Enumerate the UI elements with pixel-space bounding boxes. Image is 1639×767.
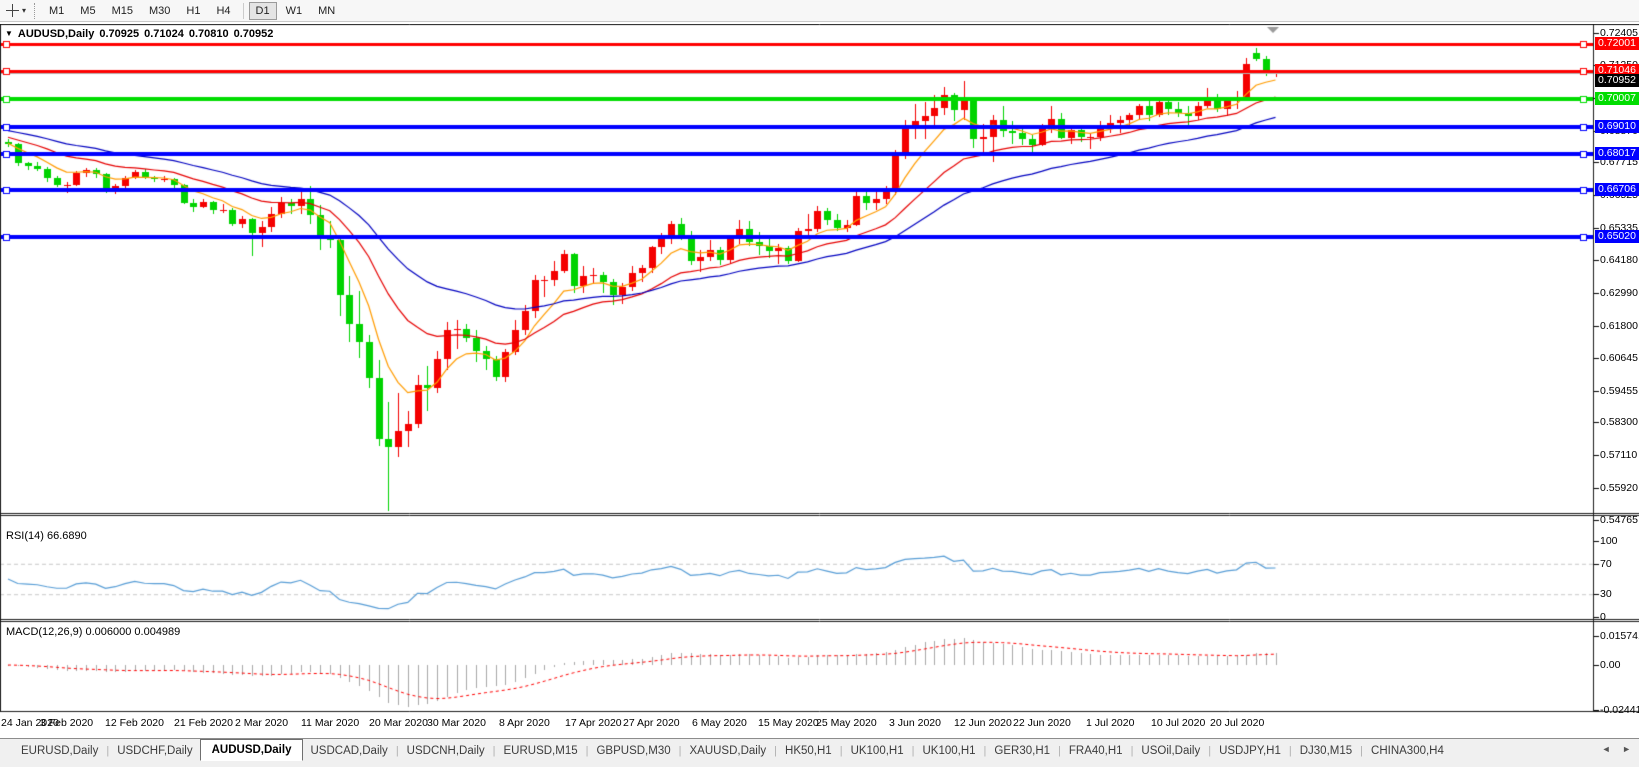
chart-tab-xauusd-daily[interactable]: XAUUSD,Daily <box>682 742 773 760</box>
chart-tab-uk100-h1[interactable]: UK100,H1 <box>844 742 911 760</box>
date-tick-label: 17 Apr 2020 <box>565 717 622 729</box>
date-tick-label: 20 Jul 2020 <box>1210 717 1264 729</box>
chart-tab-usdcnh-daily[interactable]: USDCNH,Daily <box>400 742 492 760</box>
date-tick-label: 30 Mar 2020 <box>427 717 486 729</box>
chart-tabs: EURUSD,Daily|USDCHF,DailyAUDUSD,DailyUSD… <box>14 739 1451 762</box>
toolbar-separator <box>243 3 244 19</box>
chart-tab-hk50-h1[interactable]: HK50,H1 <box>778 742 839 760</box>
date-tick-label: 20 Mar 2020 <box>369 717 428 729</box>
timeframe-button-d1[interactable]: D1 <box>249 2 277 20</box>
ohlc-high: 0.71024 <box>144 28 184 40</box>
macd-indicator-label: MACD(12,26,9) 0.006000 0.004989 <box>6 626 180 638</box>
dropdown-caret-icon[interactable]: ▾ <box>22 6 26 15</box>
chart-tab-dj30-m15[interactable]: DJ30,M15 <box>1293 742 1359 760</box>
time-scale[interactable]: 24 Jan 20203 Feb 202012 Feb 202021 Feb 2… <box>0 713 1639 738</box>
timeframe-button-h1[interactable]: H1 <box>179 2 207 20</box>
rsi-tick-label: 100 <box>1600 535 1618 547</box>
price-tick-label: 0.54765 <box>1600 514 1638 526</box>
chart-symbol-label: AUDUSD,Daily <box>18 28 94 40</box>
chart-tab-usoil-daily[interactable]: USOil,Daily <box>1134 742 1207 760</box>
chart-title: ▼ AUDUSD,Daily 0.70925 0.71024 0.70810 0.7095… <box>5 28 273 40</box>
chart-tab-ger30-h1[interactable]: GER30,H1 <box>987 742 1057 760</box>
chart-tab-usdcad-daily[interactable]: USDCAD,Daily <box>303 742 394 760</box>
date-tick-label: 11 Mar 2020 <box>301 717 359 729</box>
timeframe-button-w1[interactable]: W1 <box>279 2 310 20</box>
date-tick-label: 27 Apr 2020 <box>623 717 680 729</box>
date-tick-label: 6 May 2020 <box>692 717 747 729</box>
date-tick-label: 15 May 2020 <box>758 717 819 729</box>
line-price-label: 0.68017 <box>1595 147 1639 160</box>
current-price-label: 0.70952 <box>1595 74 1639 87</box>
line-price-label: 0.65020 <box>1595 230 1639 243</box>
chart-canvas[interactable] <box>0 24 1639 713</box>
price-tick-label: 0.55920 <box>1600 482 1638 494</box>
timeframe-button-mn[interactable]: MN <box>311 2 342 20</box>
date-tick-label: 25 May 2020 <box>816 717 877 729</box>
toolbar-grip[interactable] <box>34 3 35 19</box>
line-price-label: 0.69010 <box>1595 120 1639 133</box>
timeframe-button-m5[interactable]: M5 <box>73 2 102 20</box>
tab-scroll-arrows: ◄ ► <box>1593 744 1631 754</box>
chart-tab-china300-h4[interactable]: CHINA300,H4 <box>1364 742 1451 760</box>
cursor-tool-button[interactable]: ▾ <box>0 4 30 17</box>
price-tick-label: 0.61800 <box>1600 320 1638 332</box>
chart-tab-eurusd-daily[interactable]: EURUSD,Daily <box>14 742 105 760</box>
chart-tab-usdchf-daily[interactable]: USDCHF,Daily <box>110 742 199 760</box>
timeframe-buttons: M1M5M15M30H1H4 D1W1MN <box>41 2 343 20</box>
date-tick-label: 12 Jun 2020 <box>954 717 1012 729</box>
macd-tick-label: 0.015741 <box>1600 630 1639 642</box>
line-price-label: 0.72001 <box>1595 37 1639 50</box>
tab-scroll-right-icon[interactable]: ► <box>1622 744 1631 754</box>
price-tick-label: 0.60645 <box>1600 352 1638 364</box>
chart-tab-bar: EURUSD,Daily|USDCHF,DailyAUDUSD,DailyUSD… <box>0 738 1639 767</box>
line-price-label: 0.66706 <box>1595 183 1639 196</box>
trading-terminal: ▾ M1M5M15M30H1H4 D1W1MN ▼ AUDUSD,Daily 0.70… <box>0 0 1639 767</box>
ohlc-close: 0.70952 <box>234 28 274 40</box>
rsi-tick-label: 30 <box>1600 588 1612 600</box>
line-price-label: 0.70007 <box>1595 92 1639 105</box>
timeframe-button-m15[interactable]: M15 <box>105 2 140 20</box>
macd-tick-label: 0.00 <box>1600 659 1620 671</box>
ohlc-open: 0.70925 <box>99 28 139 40</box>
price-tick-label: 0.57110 <box>1600 449 1637 461</box>
chart-tab-gbpusd-m30[interactable]: GBPUSD,M30 <box>589 742 677 760</box>
symbol-dropdown-icon[interactable]: ▼ <box>5 29 13 38</box>
price-tick-label: 0.64180 <box>1600 254 1638 266</box>
timeframe-button-m1[interactable]: M1 <box>42 2 71 20</box>
crosshair-icon <box>6 4 19 17</box>
chart-tab-usdjpy-h1[interactable]: USDJPY,H1 <box>1212 742 1288 760</box>
date-tick-label: 10 Jul 2020 <box>1151 717 1205 729</box>
rsi-tick-label: 0 <box>1600 611 1606 623</box>
tab-scroll-left-icon[interactable]: ◄ <box>1602 744 1611 754</box>
date-tick-label: 1 Jul 2020 <box>1086 717 1134 729</box>
chart-tab-fra40-h1[interactable]: FRA40,H1 <box>1062 742 1130 760</box>
price-tick-label: 0.58300 <box>1600 416 1638 428</box>
date-tick-label: 3 Jun 2020 <box>889 717 941 729</box>
date-tick-label: 12 Feb 2020 <box>105 717 164 729</box>
price-tick-label: 0.62990 <box>1600 287 1638 299</box>
rsi-tick-label: 70 <box>1600 558 1612 570</box>
date-tick-label: 22 Jun 2020 <box>1013 717 1071 729</box>
timeframe-toolbar: ▾ M1M5M15M30H1H4 D1W1MN <box>0 0 1639 22</box>
date-tick-label: 2 Mar 2020 <box>235 717 288 729</box>
timeframe-button-m30[interactable]: M30 <box>142 2 177 20</box>
price-tick-label: 0.59455 <box>1600 385 1638 397</box>
rsi-indicator-label: RSI(14) 66.6890 <box>6 530 87 542</box>
date-tick-label: 21 Feb 2020 <box>174 717 233 729</box>
timeframe-button-h4[interactable]: H4 <box>209 2 237 20</box>
chart-tab-audusd-daily[interactable]: AUDUSD,Daily <box>200 739 304 761</box>
date-tick-label: 8 Apr 2020 <box>499 717 550 729</box>
ohlc-low: 0.70810 <box>189 28 229 40</box>
chart-window: ▼ AUDUSD,Daily 0.70925 0.71024 0.70810 0.7095… <box>0 24 1639 713</box>
chart-tab-eurusd-m15[interactable]: EURUSD,M15 <box>496 742 584 760</box>
date-tick-label: 3 Feb 2020 <box>40 717 93 729</box>
chart-tab-uk100-h1[interactable]: UK100,H1 <box>915 742 982 760</box>
